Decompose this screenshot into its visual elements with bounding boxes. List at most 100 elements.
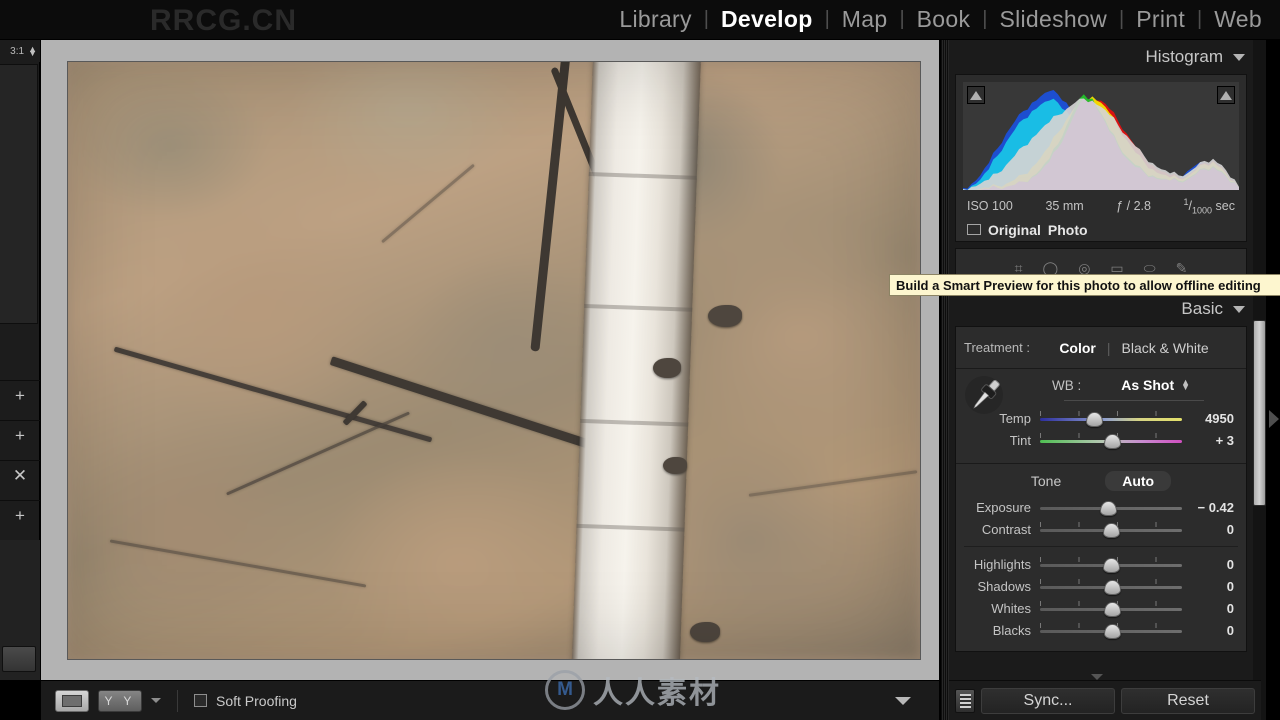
loupe-view-icon[interactable]	[55, 689, 89, 712]
slider-highlights-track[interactable]	[1040, 555, 1182, 573]
original-photo-row[interactable]: Original Photo	[963, 216, 1239, 238]
treatment-divider: |	[1106, 339, 1111, 356]
soft-proofing-checkbox[interactable]	[194, 694, 207, 707]
slider-contrast[interactable]: Contrast 0	[964, 518, 1238, 540]
slider-tint-track[interactable]	[1040, 431, 1182, 449]
navigator-preview[interactable]	[0, 64, 38, 324]
chevron-down-icon[interactable]	[151, 698, 161, 703]
tone-header: Tone Auto	[964, 466, 1238, 496]
preset-add-button-1[interactable]: +	[0, 380, 40, 410]
panel-collapse-icon[interactable]	[1091, 674, 1103, 680]
slider-exposure-value[interactable]: − 0.42	[1182, 500, 1234, 515]
photo-vignette	[68, 62, 920, 659]
before-after-button[interactable]: Y Y	[98, 689, 142, 712]
slider-temp-track[interactable]	[1040, 409, 1182, 427]
show-hide-panel-arrow-icon[interactable]	[1269, 410, 1279, 428]
module-book[interactable]: Book	[905, 6, 983, 33]
right-panel-scrollbar-thumb[interactable]	[1253, 320, 1266, 506]
slider-contrast-track[interactable]	[1040, 520, 1182, 538]
preset-add-button-2[interactable]: +	[0, 420, 40, 450]
photo-preview[interactable]	[68, 62, 920, 659]
chevron-down-icon[interactable]	[1233, 53, 1245, 61]
slider-blacks-value[interactable]: 0	[1182, 623, 1234, 638]
slider-highlights-value[interactable]: 0	[1182, 557, 1234, 572]
slider-whites-track[interactable]	[1040, 599, 1182, 617]
module-print[interactable]: Print	[1124, 6, 1197, 33]
left-panel: 3:1 ▲ ▼ + + ✕ +	[0, 40, 98, 680]
preset-remove-button[interactable]: ✕	[0, 460, 40, 490]
original-photo-label-b: Photo	[1047, 221, 1088, 238]
module-slideshow[interactable]: Slideshow	[987, 6, 1119, 33]
slider-exposure-label: Exposure	[976, 499, 1031, 515]
slider-temp-value[interactable]: 4950	[1182, 411, 1234, 426]
right-panel: Histogram ISO 100 35 mm ƒ / 2.8 1/1000 s…	[889, 40, 1280, 720]
auto-tone-button[interactable]: Auto	[1105, 471, 1172, 491]
chevron-updown-icon[interactable]: ▲ ▼	[1181, 378, 1190, 392]
tone-block: Tone Auto Exposure − 0.42 Contrast 0 Hig…	[956, 464, 1246, 651]
slider-shadows-track[interactable]	[1040, 577, 1182, 595]
plus-dropdown-icon: +	[15, 505, 25, 525]
slider-whites-value[interactable]: 0	[1182, 601, 1234, 616]
slider-contrast-knob[interactable]	[1103, 523, 1120, 538]
basic-panel-header[interactable]: Basic	[949, 292, 1253, 326]
plus-icon: +	[15, 385, 25, 405]
smart-preview-checkbox[interactable]	[967, 224, 981, 236]
slider-tint-value[interactable]: + 3	[1182, 433, 1234, 448]
image-work-area	[41, 40, 939, 680]
slider-exposure-track[interactable]	[1040, 498, 1182, 516]
treatment-bw-option[interactable]: Black & White	[1122, 340, 1209, 356]
slider-whites[interactable]: Whites 0	[964, 597, 1238, 619]
module-map[interactable]: Map	[830, 6, 900, 33]
right-panel-outer-edge	[1266, 40, 1280, 720]
exif-focal-length: 35 mm	[1045, 199, 1084, 214]
chevron-updown-icon[interactable]: ▲ ▼	[28, 45, 37, 58]
wb-value[interactable]: As Shot	[1121, 377, 1174, 393]
shutter-numerator: 1	[1183, 197, 1189, 207]
white-balance-selector-icon[interactable]	[964, 373, 1006, 419]
tone-divider	[964, 546, 1238, 547]
left-panel-bottom-button[interactable]	[2, 646, 36, 672]
module-web[interactable]: Web	[1202, 6, 1274, 33]
right-panel-content: Histogram ISO 100 35 mm ƒ / 2.8 1/1000 s…	[949, 40, 1261, 720]
slider-exposure[interactable]: Exposure − 0.42	[964, 496, 1238, 518]
module-picker-bar: RRCG.CN Library | Develop | Map | Book |…	[0, 0, 1280, 40]
slider-blacks-track[interactable]	[1040, 621, 1182, 639]
chevron-down-icon[interactable]	[1233, 305, 1245, 313]
exif-aperture: ƒ / 2.8	[1116, 199, 1151, 214]
slider-shadows[interactable]: Shadows 0	[964, 575, 1238, 597]
white-balance-block: WB : As Shot ▲ ▼ Temp 4950 Tint + 3	[956, 369, 1246, 464]
close-icon: ✕	[12, 465, 28, 485]
sync-reset-bar: Sync... Reset	[949, 674, 1261, 720]
exif-shutter-speed: 1/1000 sec	[1183, 197, 1235, 216]
shutter-unit: sec	[1215, 199, 1235, 214]
histogram-panel-header[interactable]: Histogram	[949, 40, 1253, 74]
preset-add-menu-button[interactable]: +	[0, 500, 40, 530]
copy-settings-icon[interactable]	[955, 688, 975, 713]
plus-icon: +	[15, 425, 25, 445]
toolbar-collapse-icon[interactable]	[895, 697, 911, 705]
slider-temp-bar	[1040, 418, 1182, 421]
reset-button[interactable]: Reset	[1121, 687, 1255, 714]
highlight-clipping-indicator[interactable]	[1217, 86, 1235, 104]
slider-contrast-label: Contrast	[981, 521, 1031, 537]
slider-temp-knob[interactable]	[1085, 412, 1103, 427]
slider-contrast-value[interactable]: 0	[1182, 522, 1234, 537]
shadow-clipping-indicator[interactable]	[967, 86, 985, 104]
slider-tint[interactable]: Tint + 3	[964, 429, 1238, 451]
slider-ticks	[1040, 411, 1182, 416]
exif-iso: ISO 100	[967, 199, 1013, 214]
slider-highlights[interactable]: Highlights 0	[964, 553, 1238, 575]
module-develop[interactable]: Develop	[709, 6, 825, 33]
histogram-chart[interactable]	[963, 82, 1239, 190]
original-photo-label-a: Original	[988, 221, 1041, 238]
sync-button[interactable]: Sync...	[981, 687, 1115, 714]
histogram-box: ISO 100 35 mm ƒ / 2.8 1/1000 sec Origina…	[955, 74, 1247, 242]
slider-exposure-knob[interactable]	[1100, 501, 1118, 516]
slider-shadows-value[interactable]: 0	[1182, 579, 1234, 594]
slider-blacks[interactable]: Blacks 0	[964, 619, 1238, 641]
slider-highlights-knob[interactable]	[1103, 558, 1120, 573]
navigator-zoom-ratio[interactable]: 3:1	[10, 46, 24, 57]
module-library[interactable]: Library	[607, 6, 703, 33]
treatment-color-option[interactable]: Color	[1059, 340, 1096, 356]
treatment-label: Treatment :	[964, 340, 1030, 355]
